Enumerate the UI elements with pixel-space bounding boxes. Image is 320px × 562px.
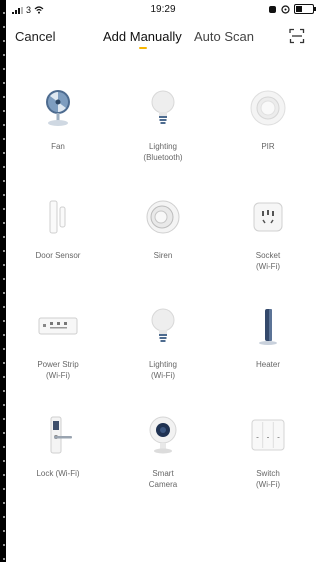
camera-icon — [149, 416, 177, 454]
device-label: PIR — [261, 142, 275, 151]
bulb-icon — [151, 90, 175, 124]
lock-icon — [50, 416, 72, 454]
device-label: Door Sensor — [35, 251, 81, 260]
heater-icon — [259, 309, 277, 345]
device-label: Siren — [153, 251, 173, 260]
tab-add-manually[interactable]: Add Manually — [103, 29, 182, 44]
alarm-icon — [269, 5, 276, 13]
device-smart-camera[interactable]: Smart Camera — [111, 415, 215, 490]
power-strip-icon — [38, 317, 78, 335]
socket-icon — [253, 202, 283, 232]
scan-code-icon[interactable] — [289, 28, 305, 44]
siren-icon — [146, 200, 180, 234]
device-pir[interactable]: PIR — [216, 88, 320, 152]
battery-icon — [294, 4, 316, 14]
device-door-sensor[interactable]: Door Sensor — [6, 197, 110, 261]
device-socket-wifi[interactable]: Socket (Wi-Fi) — [216, 197, 320, 272]
device-label: Power Strip (Wi-Fi) — [37, 360, 79, 380]
active-tab-indicator — [139, 47, 147, 49]
fan-icon — [46, 90, 70, 126]
device-heater[interactable]: Heater — [216, 306, 320, 370]
device-label: Heater — [255, 360, 280, 369]
door-sensor-icon — [49, 200, 66, 234]
device-label: Lighting (Bluetooth) — [143, 142, 183, 162]
add-device-screen: 3 19:29 Cancel Add Manually Auto Scan Fa… — [6, 0, 320, 562]
device-lock-wifi[interactable]: Lock (Wi-Fi) — [6, 415, 110, 479]
status-bar: 3 19:29 — [6, 0, 320, 20]
top-nav: Cancel Add Manually Auto Scan — [6, 20, 320, 56]
device-fan[interactable]: Fan — [6, 88, 110, 152]
device-siren[interactable]: Siren — [111, 197, 215, 261]
device-label: Switch (Wi-Fi) — [256, 469, 280, 489]
device-label: Lighting (Wi-Fi) — [148, 360, 178, 380]
bulb-icon — [151, 308, 175, 342]
device-label: Smart Camera — [148, 469, 178, 489]
rotation-lock-icon — [281, 4, 290, 14]
device-lighting-wifi[interactable]: Lighting (Wi-Fi) — [111, 306, 215, 381]
device-label: Lock (Wi-Fi) — [36, 469, 80, 478]
device-power-strip-wifi[interactable]: Power Strip (Wi-Fi) — [6, 306, 110, 381]
pir-icon — [250, 90, 286, 126]
switch-icon — [251, 419, 285, 451]
status-icons — [268, 4, 316, 14]
device-switch-wifi[interactable]: Switch (Wi-Fi) — [216, 415, 320, 490]
device-label: Socket (Wi-Fi) — [255, 251, 281, 271]
device-label: Fan — [51, 142, 65, 151]
device-lighting-bluetooth[interactable]: Lighting (Bluetooth) — [111, 88, 215, 163]
cancel-button[interactable]: Cancel — [15, 29, 55, 44]
tab-auto-scan[interactable]: Auto Scan — [194, 29, 254, 44]
